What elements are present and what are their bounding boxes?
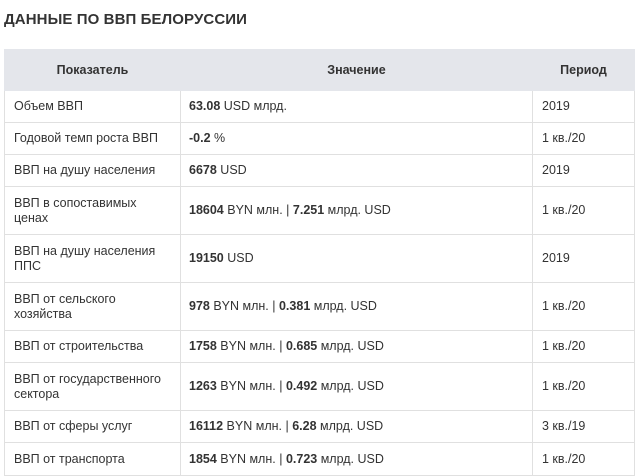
indicator-cell: ВВП на душу населения	[4, 154, 181, 187]
table-row: ВВП от строительства 1758 BYN млн. | 0.68…	[4, 330, 635, 363]
value-secondary: 6.28	[292, 419, 317, 433]
value-separator: |	[282, 419, 293, 433]
unit-secondary: млрд. USD	[317, 339, 384, 353]
unit-secondary: млрд. USD	[317, 451, 384, 466]
value-secondary: 0.723	[285, 451, 318, 466]
period-cell: 1 кв./20	[532, 122, 635, 155]
value-cell: -0.2 %	[180, 122, 533, 155]
period-cell: 1 кв./20	[532, 330, 635, 363]
period-cell: 1 кв./20	[532, 442, 635, 476]
unit-secondary: млрд. USD	[316, 419, 384, 433]
unit-primary: BYN млн.	[216, 451, 276, 466]
unit-primary: USD млрд.	[220, 99, 287, 113]
table-row: ВВП на душу населения ППС 19150 USD 2019	[4, 234, 635, 283]
indicator-cell: ВВП от транспорта	[4, 442, 181, 476]
header-value: Значение	[180, 49, 533, 91]
value-primary: 16112	[189, 419, 224, 433]
period-cell: 2019	[532, 234, 635, 283]
table-body: Объем ВВП 63.08 USD млрд. 2019 Годовой темп…	[4, 90, 635, 476]
value-cell: 6678 USD	[180, 154, 533, 187]
indicator-cell: ВВП в сопоставимых ценах	[4, 186, 181, 235]
value-cell: 1854 BYN млн. | 0.723 млрд. USD	[180, 442, 533, 476]
unit-secondary: млрд. USD	[310, 299, 377, 313]
period-cell: 3 кв./19	[532, 410, 635, 443]
value-cell: 1758 BYN млн. | 0.685 млрд. USD	[180, 330, 533, 363]
header-indicator: Показатель	[4, 49, 181, 91]
unit-primary: BYN млн.	[223, 419, 282, 433]
table-row: ВВП от сферы услуг 16112 BYN млн. | 6.28 …	[4, 410, 635, 443]
value-cell: 19150 USD	[180, 234, 533, 283]
value-primary: 1758	[189, 339, 217, 353]
table-row: ВВП от транспорта 1854 BYN млн. | 0.723 м…	[4, 442, 635, 476]
indicator-cell: ВВП от сферы услуг	[4, 410, 181, 443]
value-primary: 6678	[189, 163, 217, 177]
page-title: ДАННЫЕ ПО ВВП БЕЛОРУССИИ	[4, 11, 248, 28]
period-cell: 2019	[532, 90, 635, 123]
value-primary: 18604	[189, 203, 224, 217]
indicator-cell: ВВП от государственного сектора	[4, 362, 181, 411]
indicator-cell: ВВП от строительства	[4, 330, 181, 363]
unit-secondary: млрд. USD	[324, 203, 391, 217]
period-cell: 1 кв./20	[532, 362, 635, 411]
unit-primary: USD	[223, 251, 254, 265]
indicator-cell: ВВП от сельского хозяйства	[4, 282, 181, 331]
value-cell: 63.08 USD млрд.	[180, 90, 533, 123]
value-cell: 978 BYN млн. | 0.381 млрд. USD	[180, 282, 533, 331]
header-period: Период	[532, 49, 635, 91]
value-separator: |	[275, 379, 286, 393]
indicator-cell: ВВП на душу населения ППС	[4, 234, 181, 283]
value-secondary: 0.492	[285, 379, 318, 393]
table-row: Объем ВВП 63.08 USD млрд. 2019	[4, 90, 635, 123]
unit-secondary: млрд. USD	[317, 379, 384, 393]
table-row: ВВП от сельского хозяйства 978 BYN млн. |…	[4, 282, 635, 331]
value-separator: |	[268, 299, 279, 313]
period-cell: 1 кв./20	[532, 282, 635, 331]
unit-primary: USD	[216, 163, 247, 177]
value-separator: |	[275, 451, 286, 466]
value-primary: 1854	[189, 451, 217, 466]
value-secondary: 0.381	[278, 299, 311, 313]
indicator-cell: Годовой темп роста ВВП	[4, 122, 181, 155]
value-primary: 1263	[189, 379, 217, 393]
value-cell: 18604 BYN млн. | 7.251 млрд. USD	[180, 186, 533, 235]
value-primary: 63.08	[189, 99, 221, 113]
value-cell: 1263 BYN млн. | 0.492 млрд. USD	[180, 362, 533, 411]
value-cell: 16112 BYN млн. | 6.28 млрд. USD	[180, 410, 533, 443]
value-primary: 19150	[189, 251, 224, 265]
table-row: ВВП на душу населения 6678 USD 2019	[4, 154, 635, 187]
period-cell: 1 кв./20	[532, 186, 635, 235]
table-row: ВВП в сопоставимых ценах 18604 BYN млн. |…	[4, 186, 635, 235]
unit-primary: %	[210, 131, 226, 145]
value-secondary: 7.251	[292, 203, 325, 217]
table-row: ВВП от государственного сектора 1263 BYN …	[4, 362, 635, 411]
value-separator: |	[282, 203, 293, 217]
value-primary: 978	[189, 299, 210, 313]
unit-primary: BYN млн.	[209, 299, 269, 313]
table-header-row: Показатель Значение Период	[4, 49, 635, 91]
unit-primary: BYN млн.	[223, 203, 283, 217]
gdp-table: Показатель Значение Период Объем ВВП 63.0…	[4, 49, 635, 476]
unit-primary: BYN млн.	[216, 379, 276, 393]
indicator-cell: Объем ВВП	[4, 90, 181, 123]
value-primary: -0.2	[189, 131, 211, 145]
table-row: Годовой темп роста ВВП -0.2 % 1 кв./20	[4, 122, 635, 155]
period-cell: 2019	[532, 154, 635, 187]
value-separator: |	[275, 339, 286, 353]
unit-primary: BYN млн.	[216, 339, 276, 353]
value-secondary: 0.685	[285, 339, 318, 353]
